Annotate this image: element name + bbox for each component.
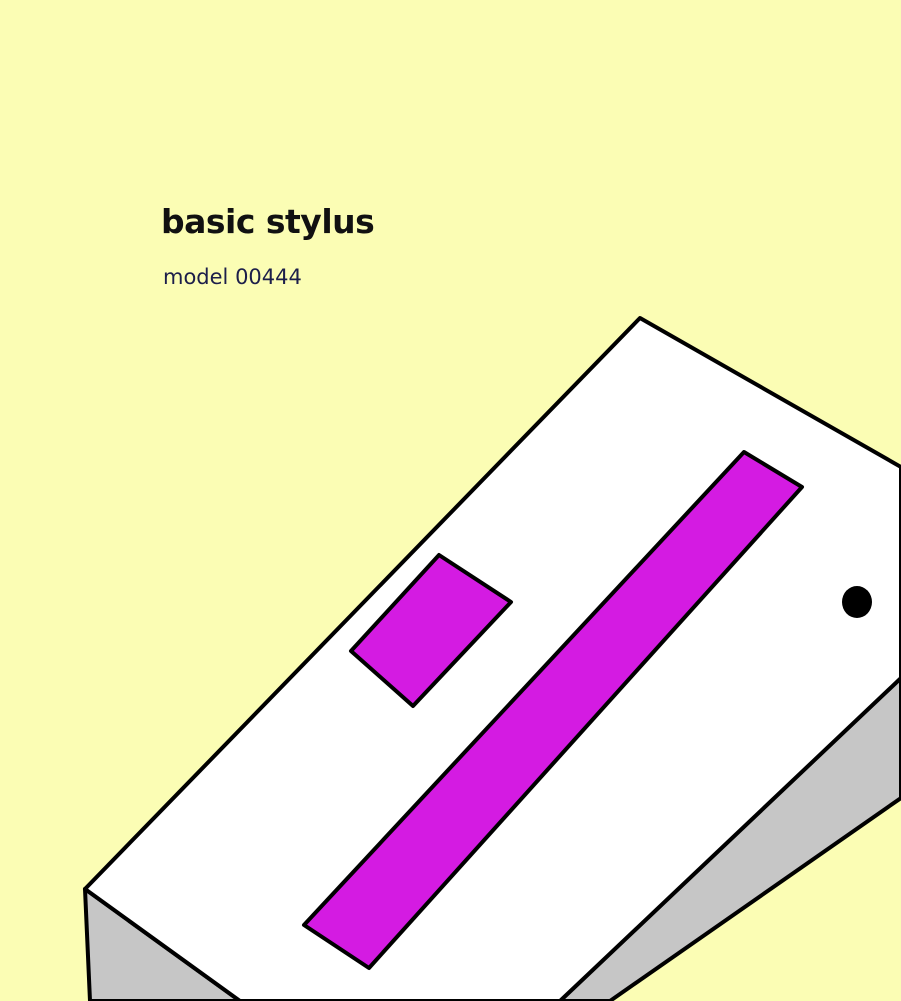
indicator-dot-icon — [842, 586, 872, 618]
device-top-face — [83, 316, 901, 1001]
stylus-device-illustration — [83, 316, 901, 1001]
